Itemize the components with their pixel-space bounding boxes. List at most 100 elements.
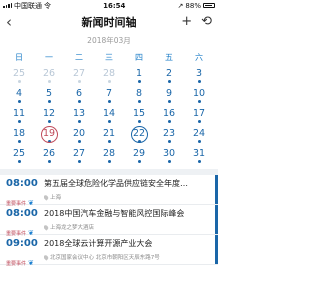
event-dot (107, 79, 111, 83)
event-dot (197, 99, 201, 103)
event-location: 北京国家会议中心 北京市朝阳区天辰东路7号 (44, 253, 218, 261)
event-dot (107, 139, 111, 143)
event-time: 08:00 (6, 178, 38, 189)
calendar-day[interactable]: 27 (64, 65, 94, 85)
calendar-day[interactable]: 8 (124, 85, 154, 105)
calendar-day[interactable]: 9 (154, 85, 184, 105)
nav-bar: ‹ 新闻时间轴 + ⟲ (0, 11, 218, 33)
calendar-day[interactable]: 17 (184, 105, 214, 125)
event-time-column: 08:00 重要事件 ❦ (0, 205, 44, 237)
day-number: 27 (72, 67, 86, 79)
event-dot (137, 119, 141, 123)
calendar-day[interactable]: 14 (94, 105, 124, 125)
calendar-day[interactable]: 27 (64, 145, 94, 165)
event-dot (167, 159, 171, 163)
day-number: 14 (102, 107, 116, 119)
calendar-day[interactable]: 25 (4, 145, 34, 165)
event-dot (77, 79, 81, 83)
calendar-day[interactable]: 2 (154, 65, 184, 85)
event-dot (17, 79, 21, 83)
calendar-day[interactable]: 10 (184, 85, 214, 105)
day-number: 7 (105, 87, 113, 99)
day-number: 10 (192, 87, 206, 99)
event-dot (47, 119, 51, 123)
weekday-label: 五 (165, 52, 173, 62)
calendar-day[interactable]: 23 (154, 125, 184, 145)
day-number: 6 (75, 87, 83, 99)
signal-icon (3, 3, 12, 8)
calendar-week: 18 19 20 21 22 23 24 (4, 125, 214, 145)
event-dot (17, 119, 21, 123)
event-edge-marker (215, 235, 218, 264)
calendar-day[interactable]: 25 (4, 65, 34, 85)
calendar-day[interactable]: 18 (4, 125, 34, 145)
day-number: 25 (12, 147, 26, 159)
weekday-header: 日 一 二 三 四 五 六 (0, 49, 218, 65)
event-title: 2018全球云计算开源产业大会 (44, 239, 153, 248)
event-title: 2018中国汽车金融与智能风控国际峰会 (44, 209, 185, 218)
day-number: 3 (195, 67, 203, 79)
day-number: 15 (132, 107, 146, 119)
add-button[interactable]: + (181, 14, 192, 30)
calendar-day[interactable]: 6 (64, 85, 94, 105)
nav-actions: + ⟲ (181, 14, 212, 30)
location-icon: ↗ (177, 1, 184, 10)
location-pin-icon (44, 223, 50, 231)
day-number: 9 (165, 87, 173, 99)
calendar-day[interactable]: 3 (184, 65, 214, 85)
calendar-day[interactable]: 20 (64, 125, 94, 145)
calendar-day[interactable]: 22 (124, 125, 154, 145)
weekday-label: 六 (195, 52, 203, 62)
day-number: 25 (12, 67, 26, 79)
calendar-day[interactable]: 26 (34, 145, 64, 165)
back-button[interactable]: ‹ (6, 14, 12, 30)
event-list: 08:00 重要事件 ❦ 第五届全球危险化学品供应链安全年度… 上海 08:00 重要事件 ❦… (0, 175, 218, 267)
location-pin-icon (44, 193, 50, 201)
event-title: 第五届全球危险化学品供应链安全年度… (44, 179, 188, 188)
calendar-day[interactable]: 26 (34, 65, 64, 85)
event-info: 2018全球云计算开源产业大会北京国家会议中心 北京市朝阳区天辰东路7号 (44, 235, 218, 264)
event-item[interactable]: 08:00 重要事件 ❦ 2018中国汽车金融与智能风控国际峰会上海龙之梦大酒店 (0, 205, 218, 237)
event-dot (77, 159, 81, 163)
battery-percent: 88% (185, 1, 201, 10)
calendar-day[interactable]: 5 (34, 85, 64, 105)
event-item[interactable]: 08:00 重要事件 ❦ 第五届全球危险化学品供应链安全年度… 上海 (0, 175, 218, 207)
calendar-day[interactable]: 28 (94, 65, 124, 85)
event-info: 第五届全球危险化学品供应链安全年度… 上海 (44, 175, 218, 204)
refresh-button[interactable]: ⟲ (201, 14, 212, 30)
event-location-text: 上海龙之梦大酒店 (50, 225, 95, 231)
day-number: 29 (132, 147, 146, 159)
calendar-day[interactable]: 24 (184, 125, 214, 145)
day-number: 17 (192, 107, 206, 119)
calendar-day[interactable]: 31 (184, 145, 214, 165)
calendar-day[interactable]: 7 (94, 85, 124, 105)
day-number: 28 (102, 147, 116, 159)
event-item[interactable]: 09:00 重要事件 ❦ 2018全球云计算开源产业大会 北京国家会议中心 北京市朝阳区… (0, 235, 218, 267)
day-number: 12 (42, 107, 56, 119)
event-dot (107, 99, 111, 103)
calendar-day[interactable]: 16 (154, 105, 184, 125)
status-right: ↗ 88% (178, 2, 215, 10)
calendar-day[interactable]: 21 (94, 125, 124, 145)
event-location-text: 上海 (50, 195, 62, 201)
day-number: 5 (45, 87, 53, 99)
calendar-day[interactable]: 29 (124, 145, 154, 165)
calendar-day[interactable]: 28 (94, 145, 124, 165)
event-edge-marker (215, 205, 218, 234)
day-number: 11 (12, 107, 26, 119)
calendar-day[interactable]: 4 (4, 85, 34, 105)
event-tag-label: 重要事件 (6, 261, 27, 267)
day-number: 24 (192, 127, 206, 139)
event-location: 上海龙之梦大酒店 (44, 223, 218, 231)
page-title: 新闻时间轴 (81, 16, 137, 29)
calendar-day[interactable]: 13 (64, 105, 94, 125)
calendar-day[interactable]: 19 (34, 125, 64, 145)
event-dot (77, 139, 81, 143)
calendar-day[interactable]: 30 (154, 145, 184, 165)
status-left: 中国联通 令 (3, 1, 51, 11)
event-edge-marker (215, 175, 218, 204)
calendar-day[interactable]: 12 (34, 105, 64, 125)
calendar-day[interactable]: 1 (124, 65, 154, 85)
calendar-day[interactable]: 11 (4, 105, 34, 125)
calendar-day[interactable]: 15 (124, 105, 154, 125)
